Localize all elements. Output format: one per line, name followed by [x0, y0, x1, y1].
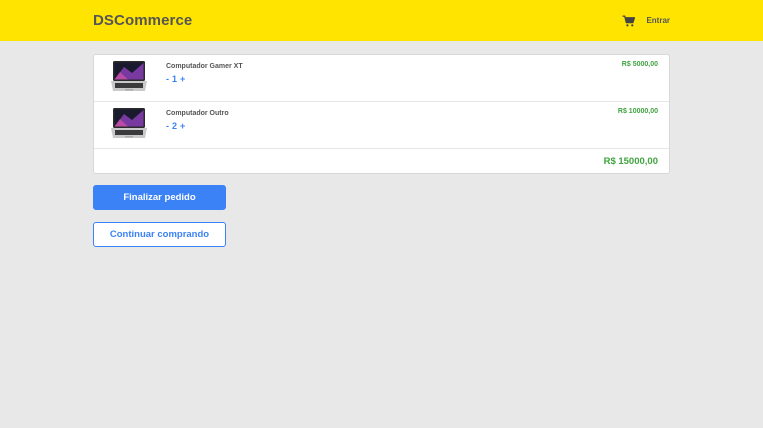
item-info: Computador Outro - 2 + — [166, 102, 229, 132]
continue-shopping-button[interactable]: Continuar comprando — [93, 222, 226, 247]
quantity-value: 1 — [172, 74, 178, 84]
decrement-button[interactable]: - — [166, 120, 169, 132]
increment-button[interactable]: + — [180, 73, 185, 85]
finish-order-button[interactable]: Finalizar pedido — [93, 185, 226, 210]
top-header: DSCommerce Entrar — [0, 0, 763, 41]
item-price: R$ 5000,00 — [621, 61, 658, 68]
quantity-stepper: - 1 + — [166, 73, 243, 85]
increment-button[interactable]: + — [180, 120, 185, 132]
cart-item: Computador Gamer XT - 1 + R$ 5000,00 — [94, 55, 669, 102]
main-content: Computador Gamer XT - 1 + R$ 5000,00 Com… — [0, 41, 763, 247]
cart-item: Computador Outro - 2 + R$ 10000,00 — [94, 102, 669, 149]
brand-logo[interactable]: DSCommerce — [93, 12, 192, 29]
laptop-image — [110, 59, 148, 97]
login-link[interactable]: Entrar — [646, 16, 670, 25]
item-price: R$ 10000,00 — [617, 108, 658, 115]
cart-card: Computador Gamer XT - 1 + R$ 5000,00 Com… — [93, 54, 670, 174]
laptop-image — [110, 106, 148, 144]
quantity-stepper: - 2 + — [166, 120, 229, 132]
cart-icon[interactable] — [622, 14, 636, 27]
item-name: Computador Outro — [166, 110, 229, 117]
item-info: Computador Gamer XT - 1 + — [166, 55, 243, 85]
quantity-value: 2 — [172, 121, 178, 131]
cart-total: R$ 15000,00 — [603, 155, 658, 167]
decrement-button[interactable]: - — [166, 73, 169, 85]
header-nav: Entrar — [622, 14, 670, 27]
item-name: Computador Gamer XT — [166, 63, 243, 70]
